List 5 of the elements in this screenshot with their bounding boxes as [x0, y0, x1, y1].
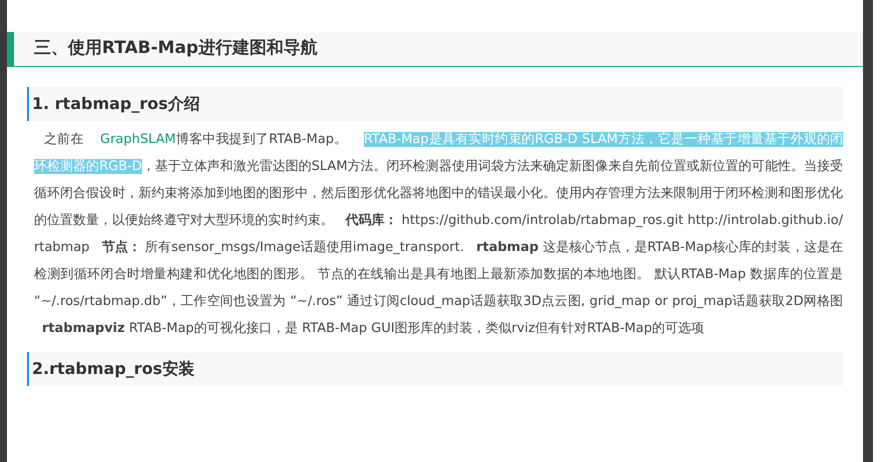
- subsection-heading: 1. rtabmap_ros介绍: [27, 87, 843, 121]
- graphslam-link[interactable]: GraphSLAM: [100, 132, 176, 147]
- paragraph: 之前在 GraphSLAM博客中我提到了RTAB-Map。 RTAB-Map是具有实时约束的RGB-D SLAM方法，它是一种基于增量基于外观的闭环检测器的RGB-D，基于立体声和激光雷达图的SLAM方法。闭环检测器使用词袋方法来确定新图像来自先前位置或新位置的可能性。当接受循环闭合假设时，新约束将添加到地图的图形中，然后图形优化器将地图中的错误最小化。使用内存管理方法来限制用于闭环检测和图形优化的位置数量，以便始终遵守对大型环境的实时约束。 代码库： https://github.com/introlab/rtabmap_ros.git http://introlab.github.io/rtabmap 节点： 所有sensor_msgs/Image话题使用image_transport. rtabmap 这是核心节点，是RTAB-Map核心库的封装，这是在检测到循环闭合时增量构建和优化地图的图形。 节点的在线输出是具有地图上最新添加数据的本地地图。 默认RTAB-Map 数据库的位置是 “~/.ros/rtabmap.db”，工作空间也设置为 “~/.ros” 通过订阅cloud_map话题获取3D点云图, grid_map or proj_map话题获取2D网格图 rtabmapviz RTAB-Map的可视化接口，是 RTAB-Map GUI图形库的封装，类似rviz但有针对RTAB-Map的可选项: [33, 131, 843, 338]
- section-heading: 三、使用RTAB-Map进行建图和导航: [7, 32, 863, 67]
- subsection-heading: 2.rtabmap_ros安装: [27, 352, 843, 386]
